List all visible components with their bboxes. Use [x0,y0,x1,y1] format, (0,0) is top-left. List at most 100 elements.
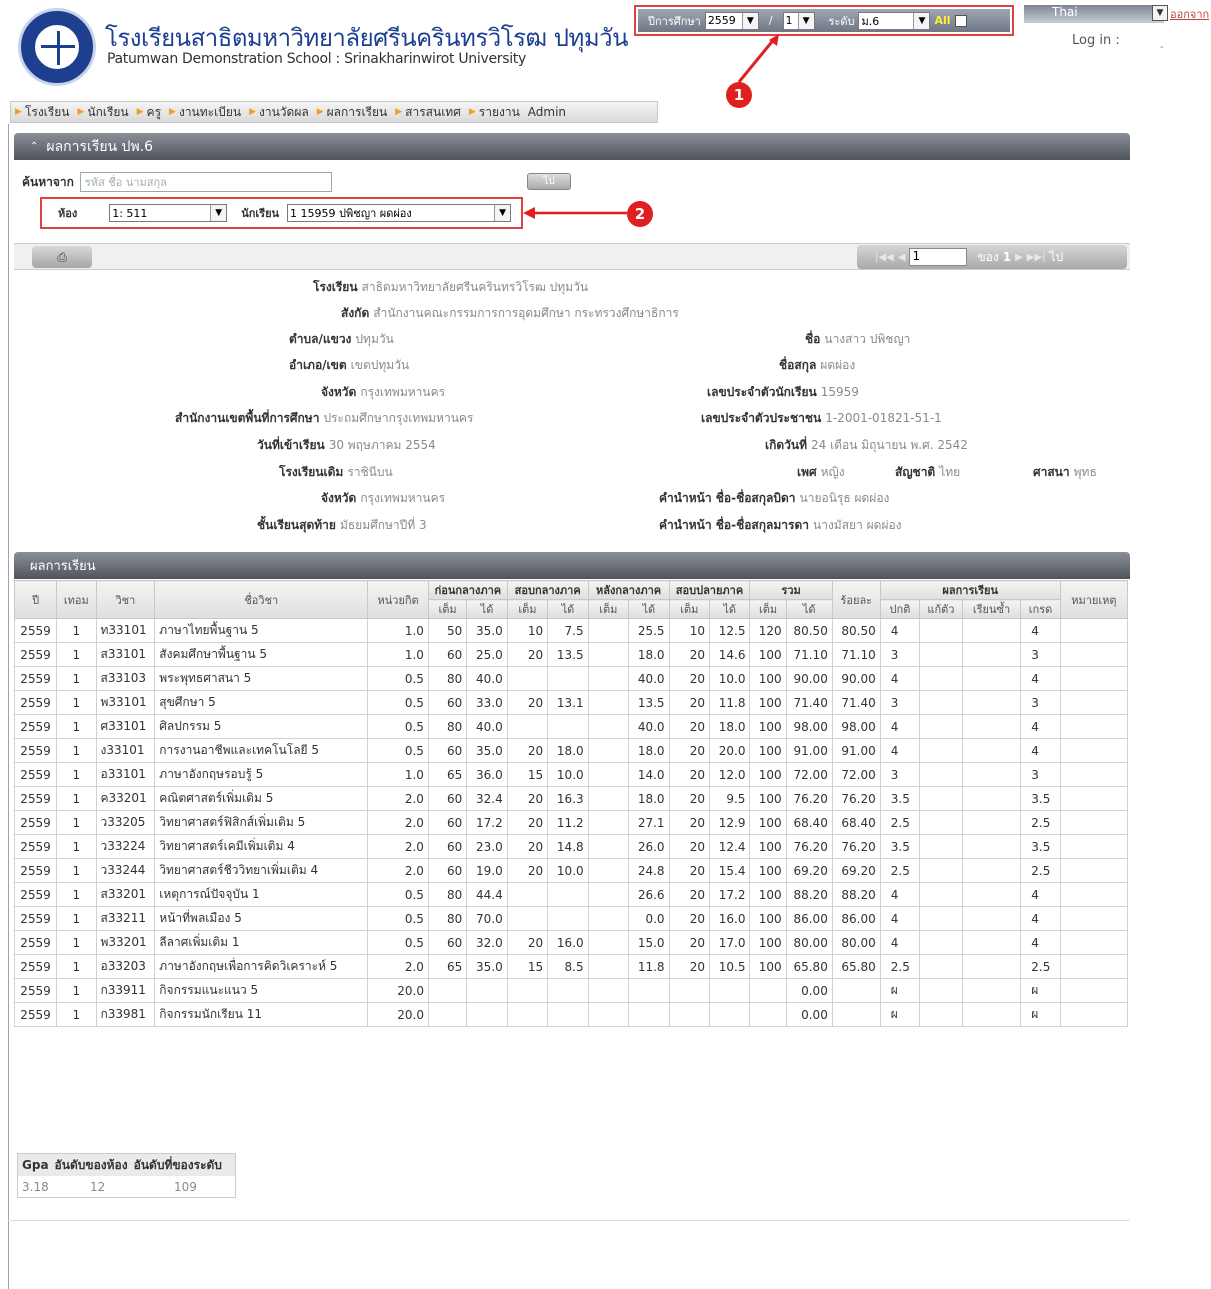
table-cell: 0.5 [367,714,429,739]
table-cell: 3.5 [879,786,921,811]
col-header-final: สอบปลายภาค [668,580,751,600]
table-cell: 0.00 [785,978,833,1003]
table-cell: 60 [427,810,468,835]
nav-item-school[interactable]: ▶ โรงเรียน [11,103,73,122]
table-cell: 100 [749,666,787,691]
table-cell: 25.0 [466,642,508,667]
nav-item-results[interactable]: ▶ ผลการเรียน [313,103,392,122]
table-cell [961,978,1022,1003]
year-select[interactable]: 2559 ▼ [704,11,759,30]
table-cell: 90.00 [831,666,881,691]
col-header-year: ปี [13,580,58,619]
table-cell: กิจกรรมแนะแนว 5 [154,978,369,1003]
grades-table-body: 2559 1 ท33101 ภาษาไทยพื้นฐาน 5 1.0 50 35.0 10 7.… [13,618,1129,1027]
logout-link[interactable]: ออกจาก [1170,5,1209,23]
table-cell: 4 [1020,618,1061,643]
table-cell: 20 [506,834,549,859]
table-cell: 1 [56,666,97,691]
next-page-icon[interactable]: ▶ [1015,252,1023,263]
table-cell: 20 [668,786,711,811]
last-page-icon[interactable]: ▶▶| [1027,252,1046,263]
all-checkbox[interactable] [954,14,967,27]
search-input[interactable]: รหัส ชื่อ นามสกุล [79,172,332,192]
login-value: - [1160,42,1164,53]
table-cell: 20 [668,834,711,859]
table-cell: 14.6 [708,642,751,667]
chevron-down-icon: ▼ [741,12,758,29]
table-cell [919,666,963,691]
table-cell [1059,810,1129,835]
nav-item-students[interactable]: ▶ นักเรียน [73,103,132,122]
nav-item-registration[interactable]: ▶ งานทะเบียน [165,103,245,122]
table-cell [547,906,589,931]
table-cell: 72.00 [831,762,881,787]
table-cell: 2559 [13,642,58,667]
chevron-down-icon: ▼ [494,205,511,221]
table-cell [919,714,963,739]
year-term-separator: / [768,14,773,27]
table-cell: 80 [427,714,468,739]
pager-go-button[interactable]: ไป [1050,248,1064,267]
table-cell: 16.0 [708,906,751,931]
table-cell: 20 [668,954,711,979]
table-cell: 1.0 [367,642,429,667]
room-select[interactable]: 1: 511 ▼ [109,204,228,222]
prev-page-icon[interactable]: ◀ [898,252,906,263]
table-cell: 2559 [13,762,58,787]
table-cell: 100 [749,810,787,835]
table-cell: 60 [427,642,468,667]
table-cell: 24.8 [628,858,670,883]
table-cell: 20 [668,810,711,835]
table-cell: 4 [1020,738,1061,763]
table-cell: 65.80 [785,954,833,979]
page-input[interactable]: 1 [909,248,968,266]
info-province: จังหวัด กรุงเทพมหานคร [321,385,446,399]
table-cell [587,930,630,955]
table-cell [919,906,963,931]
table-cell [961,666,1022,691]
table-cell: พ33101 [95,690,156,715]
search-row: ค้นหาจาก รหัส ชื่อ นามสกุล [22,172,332,192]
student-select[interactable]: 1 15959 ปพิชญา ผดผ่อง ▼ [287,204,512,222]
table-cell: 16.0 [547,930,589,955]
nav-item-assessment[interactable]: ▶ งานวัดผล [245,103,313,122]
table-cell: 17.0 [708,930,751,955]
chevron-down-icon[interactable]: ▼ [1152,5,1168,21]
table-cell [547,978,589,1003]
table-cell: 2559 [13,786,58,811]
level-select[interactable]: ม.6 ▼ [858,11,931,30]
nav-item-reports[interactable]: ▶ รายงาน [465,103,524,122]
nav-item-admin[interactable]: Admin [524,105,570,119]
first-page-icon[interactable]: |◀◀ [875,252,894,263]
info-first-name: ชื่อ นางสาว ปพิชญา [805,332,911,346]
table-cell: 120 [749,618,787,643]
table-cell: 20.0 [708,738,751,763]
table-cell: 4 [1020,882,1061,907]
term-select[interactable]: 1 ▼ [782,11,815,30]
table-cell: 2.5 [879,810,921,835]
table-cell: 20.0 [367,1002,429,1027]
table-cell [961,642,1022,667]
table-cell: 100 [749,690,787,715]
table-cell: ก33911 [95,978,156,1003]
table-cell: 2559 [13,738,58,763]
table-cell: ศิลปกรรม 5 [154,714,369,739]
info-subdistrict: ตำบล/แขวง ปทุมวัน [289,332,394,346]
pager: |◀◀ ◀ 1 ของ 1 ▶ ▶▶| ไป [857,245,1127,269]
table-cell: 10.0 [708,666,751,691]
print-button[interactable]: ⎙ [32,246,92,268]
table-cell: 3.5 [1020,834,1061,859]
nav-item-information[interactable]: ▶ สารสนเทศ [391,103,465,122]
footer-divider [8,1220,1130,1221]
table-cell [587,858,630,883]
table-cell: 20 [668,858,711,883]
table-cell: 23.0 [466,834,508,859]
gpa-label: Gpa [22,1158,49,1172]
nav-item-teachers[interactable]: ▶ ครู [133,103,165,122]
table-cell [961,714,1022,739]
collapse-icon[interactable]: ⌃ [30,141,38,152]
language-select[interactable]: Thai [1024,5,1164,23]
table-cell [547,666,589,691]
table-cell: 20 [506,930,549,955]
search-go-button[interactable]: ไป [527,173,571,190]
